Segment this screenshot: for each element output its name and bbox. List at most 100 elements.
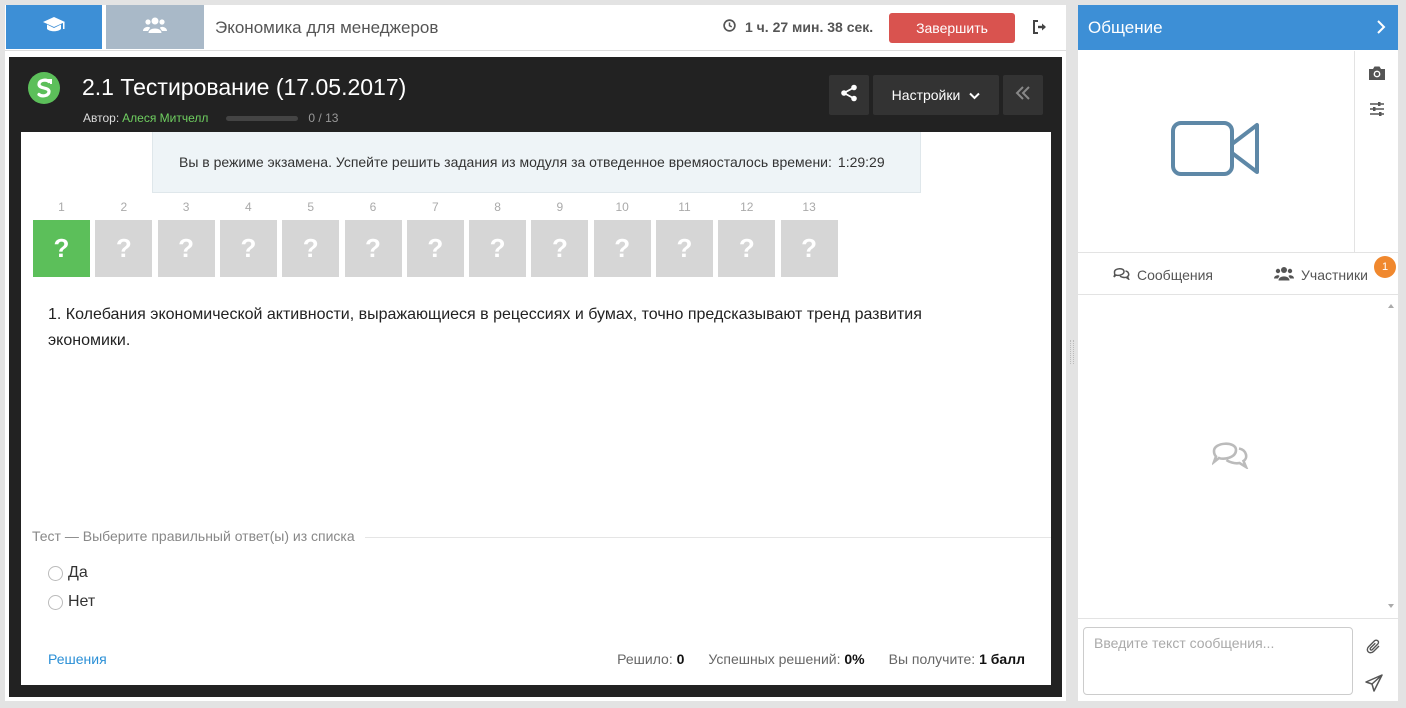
course-title: Экономика для менеджеров	[215, 18, 439, 37]
double-chevron-left-icon	[1014, 85, 1032, 106]
tab-participants[interactable]: Участники	[1274, 266, 1368, 284]
answer-option-label: Да	[68, 564, 88, 581]
radio-button[interactable]	[48, 594, 63, 610]
chat-scrollbar[interactable]	[1384, 296, 1398, 616]
question-number: 10	[615, 200, 629, 214]
users-icon	[1274, 266, 1294, 284]
question-stats: Решило: 0 Успешных решений: 0% Вы получи…	[617, 651, 1025, 667]
chat-messages-area	[1078, 296, 1384, 616]
radio-button[interactable]	[48, 565, 63, 581]
participants-badge: 1	[1374, 256, 1396, 278]
paperclip-icon[interactable]	[1366, 639, 1382, 660]
question-tile-6[interactable]: ?	[344, 220, 402, 277]
question-number: 1	[58, 200, 65, 214]
graduation-cap-icon	[42, 16, 66, 39]
question-tile-5[interactable]: ?	[282, 220, 340, 277]
exam-banner-time: 1:29:29	[837, 154, 885, 170]
tab-messages-label: Сообщения	[1137, 266, 1213, 283]
chevron-right-icon[interactable]	[1376, 19, 1386, 40]
question-tile-4[interactable]: ?	[219, 220, 277, 277]
comments-icon	[1113, 266, 1131, 283]
reward-stat: Вы получите: 1 балл	[889, 651, 1025, 667]
chevron-down-icon	[969, 87, 981, 103]
author-line: Автор: Алеся Митчелл 0 / 13	[83, 111, 338, 125]
group-tab[interactable]	[106, 5, 204, 49]
logo-icon	[27, 71, 61, 110]
question-tile-10[interactable]: ?	[593, 220, 651, 277]
progress-text: 0 / 13	[308, 111, 339, 125]
send-icon[interactable]	[1365, 674, 1383, 697]
reward-value: 1 балл	[979, 651, 1025, 667]
chat-tabs: Сообщения Участники	[1078, 252, 1398, 295]
solved-stat: Решило: 0	[617, 651, 684, 667]
tab-participants-label: Участники	[1301, 267, 1368, 283]
solutions-link[interactable]: Решения	[48, 651, 107, 667]
question-tile-1[interactable]: ?	[33, 220, 90, 277]
reward-label: Вы получите:	[888, 651, 976, 667]
answer-header: Тест — Выберите правильный ответ(ы) из с…	[32, 528, 365, 544]
video-tools	[1354, 51, 1398, 252]
question-tile-13[interactable]: ?	[780, 220, 838, 277]
settings-button[interactable]: Настройки	[873, 75, 999, 115]
solved-label: Решило:	[617, 651, 673, 667]
video-area	[1078, 51, 1354, 252]
question-tile-11[interactable]: ?	[656, 220, 713, 277]
exam-banner: Вы в режиме экзамена. Успейте решить зад…	[152, 132, 921, 193]
course-tab[interactable]	[6, 5, 102, 49]
success-value: 0%	[844, 651, 865, 667]
answer-option-yes[interactable]: Да	[48, 564, 88, 582]
author-name[interactable]: Алеся Митчелл	[122, 111, 208, 125]
clock-icon	[723, 19, 736, 35]
finish-button[interactable]: Завершить	[889, 13, 1015, 43]
panel-splitter[interactable]	[1070, 340, 1074, 364]
question-number: 11	[678, 200, 691, 214]
question-number: 2	[120, 200, 128, 214]
communication-title: Общение	[1088, 17, 1163, 37]
camera-icon[interactable]	[1368, 65, 1386, 86]
answer-option-no[interactable]: Нет	[48, 593, 95, 611]
question-content: Вы в режиме экзамена. Успейте решить зад…	[21, 132, 1051, 685]
question-number: 6	[369, 200, 377, 214]
top-bar: Экономика для менеджеров 1 ч. 27 мин. 38…	[5, 5, 1066, 51]
group-icon	[143, 16, 167, 39]
question-number: 7	[431, 200, 439, 214]
comments-icon	[1211, 439, 1250, 474]
question-number: 8	[494, 200, 501, 214]
success-label: Успешных решений:	[708, 651, 841, 667]
video-camera-icon[interactable]	[1171, 120, 1261, 183]
solved-value: 0	[676, 651, 685, 667]
share-button[interactable]	[829, 75, 869, 115]
lesson-title: 2.1 Тестирование (17.05.2017)	[82, 74, 407, 100]
question-number: 13	[802, 200, 816, 214]
tab-messages[interactable]: Сообщения	[1113, 266, 1213, 283]
question-tile-3[interactable]: ?	[157, 220, 215, 277]
share-icon	[840, 84, 858, 107]
question-tile-9[interactable]: ?	[531, 220, 589, 277]
chat-input-area	[1078, 618, 1398, 701]
communication-header[interactable]: Общение	[1078, 5, 1398, 50]
exam-timer: 1 ч. 27 мин. 38 сек.	[723, 19, 873, 35]
collapse-button[interactable]	[1003, 75, 1043, 115]
question-number: 4	[245, 200, 252, 214]
communication-panel: Общение Сообщения Участники 1	[1078, 5, 1398, 701]
main-panel: Экономика для менеджеров 1 ч. 27 мин. 38…	[5, 5, 1066, 701]
settings-label: Настройки	[891, 87, 961, 103]
chat-message-input[interactable]	[1083, 627, 1353, 695]
question-text: 1. Колебания экономической активности, в…	[48, 306, 922, 349]
lesson-container: 2.1 Тестирование (17.05.2017) Автор: Але…	[9, 57, 1062, 697]
answer-option-label: Нет	[68, 593, 96, 610]
question-tile-8[interactable]: ?	[469, 220, 527, 277]
question-number: 3	[182, 200, 190, 214]
question-number: 12	[740, 200, 754, 214]
sliders-icon[interactable]	[1369, 101, 1385, 122]
question-number: 9	[556, 200, 564, 214]
question-tile-12[interactable]: ?	[718, 220, 776, 277]
question-number: 5	[307, 200, 315, 214]
question-tile-2[interactable]: ?	[95, 220, 153, 277]
author-label: Автор:	[83, 111, 120, 125]
logout-icon[interactable]	[1032, 20, 1048, 39]
success-stat: Успешных решений: 0%	[708, 651, 864, 667]
progress-bar	[226, 115, 299, 121]
question-tile-7[interactable]: ?	[406, 220, 464, 277]
exam-banner-text: Вы в режиме экзамена. Успейте решить зад…	[179, 154, 832, 170]
